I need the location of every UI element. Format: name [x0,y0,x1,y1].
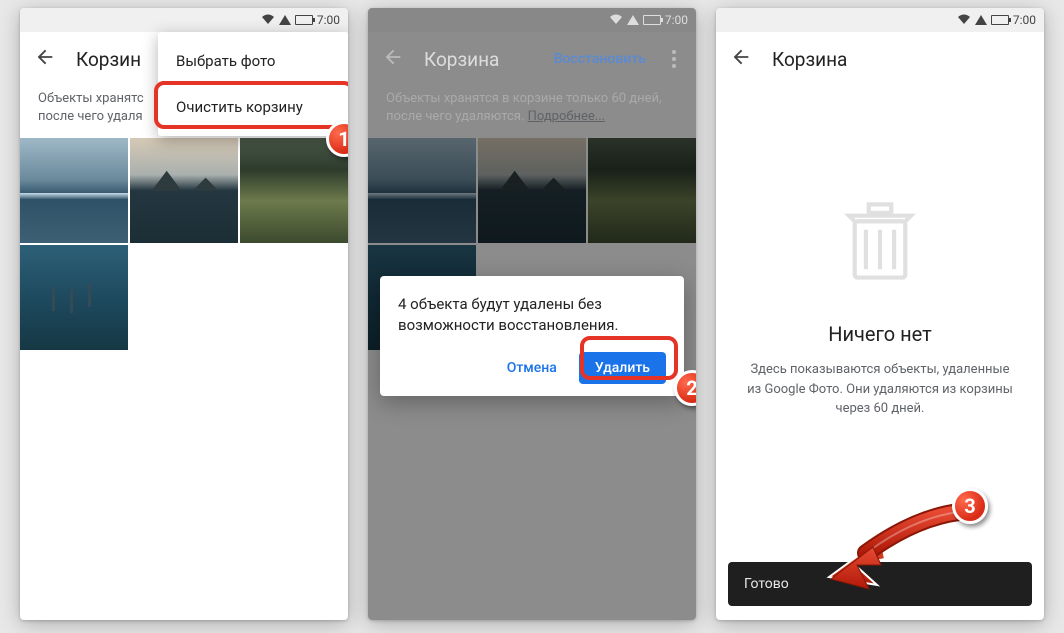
phone-screen-2: 7:00 Корзина Восстановить Объекты хранят… [368,8,696,620]
back-arrow-icon[interactable] [382,46,404,72]
restore-button[interactable]: Восстановить [554,51,646,67]
wifi-icon [609,13,623,27]
status-time: 7:00 [317,13,340,27]
battery-icon [295,15,313,25]
battery-icon [991,15,1009,25]
menu-item-select-photo[interactable]: Выбрать фото [158,38,348,84]
status-bar: 7:00 [368,8,696,32]
menu-item-clear-trash[interactable]: Очистить корзину [158,84,348,130]
thumbnail-grid [20,138,348,350]
phone-screen-1: 7:00 Корзин Объекты хранятс после чего у… [20,8,348,620]
photo-thumbnail[interactable] [20,138,128,243]
signal-icon [279,15,291,25]
phone-body [20,138,348,620]
app-bar: Корзина [716,32,1044,86]
signal-icon [975,15,987,25]
status-time: 7:00 [1013,13,1036,27]
page-title: Корзина [772,48,1030,71]
toast-done: Готово [728,562,1032,606]
photo-thumbnail[interactable] [240,138,348,243]
back-arrow-icon[interactable] [34,46,56,72]
delete-button[interactable]: Удалить [579,352,666,384]
empty-state-description: Здесь показываются объекты, удаленные из… [716,346,1044,433]
overflow-menu: Выбрать фото Очистить корзину [158,32,348,136]
status-bar: 7:00 [716,8,1044,32]
phone-screen-3: 7:00 Корзина Ничего нет Здесь показывают… [716,8,1044,620]
empty-state: Ничего нет Здесь показываются объекты, у… [716,86,1044,620]
app-bar: Корзина Восстановить [368,32,696,86]
learn-more-link[interactable]: Подробнее... [528,109,605,124]
wifi-icon [261,13,275,27]
status-bar: 7:00 [20,8,348,32]
cancel-button[interactable]: Отмена [495,352,569,384]
photo-thumbnail[interactable] [130,138,238,243]
trash-info-text: Объекты хранятся в корзине только 60 дне… [368,86,696,138]
wifi-icon [957,13,971,27]
status-time: 7:00 [665,13,688,27]
empty-state-title: Ничего нет [828,322,932,346]
back-arrow-icon[interactable] [730,46,752,72]
more-options-icon[interactable] [666,44,682,74]
battery-icon [643,15,661,25]
annotation-badge-3: 3 [952,488,988,524]
photo-thumbnail[interactable] [20,245,128,350]
signal-icon [627,15,639,25]
page-title: Корзина [424,48,534,71]
confirm-delete-dialog: 4 объекта будут удалены без возможности … [380,276,684,396]
dialog-message: 4 объекта будут удалены без возможности … [398,294,666,336]
dialog-actions: Отмена Удалить [398,352,666,384]
trash-icon [835,196,925,286]
